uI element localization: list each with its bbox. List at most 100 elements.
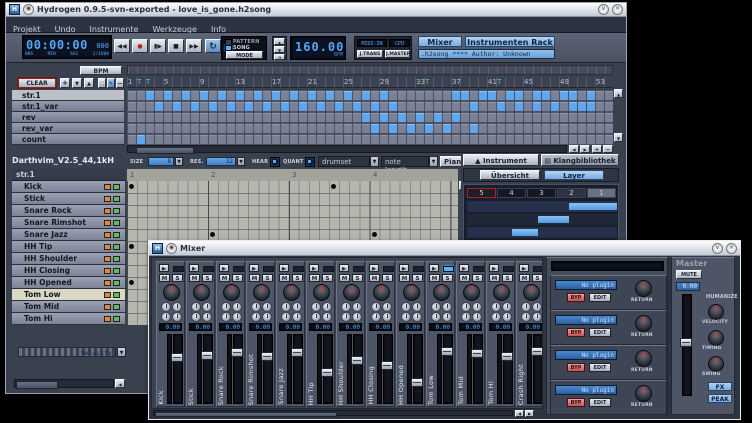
- note-dot[interactable]: [129, 244, 134, 249]
- strip-play-icon[interactable]: ▶: [219, 264, 229, 272]
- close-icon[interactable]: ×: [612, 4, 623, 15]
- instrument-solo-led[interactable]: [113, 268, 120, 274]
- song-grid-cell[interactable]: [542, 91, 550, 100]
- strip-solo-button[interactable]: S: [202, 274, 213, 282]
- song-grid-cell[interactable]: [191, 113, 199, 122]
- song-grid-cell[interactable]: [398, 113, 406, 122]
- song-grid-cell[interactable]: [407, 102, 415, 111]
- song-grid-cell[interactable]: [542, 135, 550, 144]
- song-grid-cell[interactable]: [371, 113, 379, 122]
- song-grid-cell[interactable]: [245, 135, 253, 144]
- song-grid-cell[interactable]: [272, 124, 280, 133]
- strip-mute-button[interactable]: M: [459, 274, 470, 282]
- song-grid-cell[interactable]: [290, 113, 298, 122]
- strip-play-icon[interactable]: ▶: [189, 264, 199, 272]
- song-grid-cell[interactable]: [326, 135, 334, 144]
- strip-mute-button[interactable]: M: [159, 274, 170, 282]
- song-grid-cell[interactable]: [200, 102, 208, 111]
- song-grid-cell[interactable]: [191, 91, 199, 100]
- song-grid-cell[interactable]: [452, 113, 460, 122]
- song-grid-cell[interactable]: [164, 102, 172, 111]
- song-grid-cell[interactable]: [173, 135, 181, 144]
- pattern-hscrollbar[interactable]: [14, 379, 114, 388]
- song-grid-cell[interactable]: [182, 91, 190, 100]
- strip-fader-handle[interactable]: [261, 352, 273, 361]
- note-dot[interactable]: [372, 232, 377, 237]
- strip-mute-button[interactable]: M: [489, 274, 500, 282]
- song-zoom-in-icon[interactable]: +: [592, 145, 602, 153]
- song-grid-cell[interactable]: [569, 135, 577, 144]
- song-grid-cell[interactable]: [317, 113, 325, 122]
- song-grid-cell[interactable]: [137, 102, 145, 111]
- layer-header-5[interactable]: 5: [467, 188, 496, 198]
- song-grid-cell[interactable]: [497, 113, 505, 122]
- strip-fx-send-knob[interactable]: [382, 312, 392, 322]
- song-scroll-left-icon[interactable]: ◀: [569, 145, 579, 153]
- strip-fader-track[interactable]: [353, 334, 363, 404]
- song-grid-cell[interactable]: [407, 135, 415, 144]
- song-grid-cell[interactable]: [389, 102, 397, 111]
- song-grid-cell[interactable]: [218, 124, 226, 133]
- strip-play-icon[interactable]: ▶: [429, 264, 439, 272]
- instrument-row-snare-jazz[interactable]: Snare Jazz: [12, 229, 125, 241]
- song-grid-cell[interactable]: [254, 113, 262, 122]
- tab-overview[interactable]: Übersicht: [480, 170, 540, 180]
- pattern-scroll-left-icon[interactable]: ◀: [115, 379, 125, 388]
- song-grid-cell[interactable]: [461, 124, 469, 133]
- song-timeline-ruler[interactable]: 1TT59131721252933T3741T454953: [127, 77, 613, 88]
- pattern-list-item[interactable]: str.1_var: [12, 101, 124, 112]
- strip-fx-send-knob[interactable]: [371, 302, 381, 312]
- mixer-strips-scrollbar[interactable]: [153, 410, 513, 416]
- strip-fader-handle[interactable]: [231, 348, 243, 357]
- tab-layer[interactable]: Layer: [544, 170, 604, 180]
- song-grid-cell[interactable]: [479, 91, 487, 100]
- song-grid-cell[interactable]: [272, 91, 280, 100]
- instrument-mute-led[interactable]: [104, 220, 111, 226]
- song-grid-cell[interactable]: [533, 102, 541, 111]
- song-grid-cell[interactable]: [227, 135, 235, 144]
- strip-fader-track[interactable]: [293, 334, 303, 404]
- strip-fx-send-knob[interactable]: [161, 302, 171, 312]
- draw-mode-icon[interactable]: ✎: [107, 78, 115, 88]
- song-grid-cell[interactable]: [146, 124, 154, 133]
- song-grid-cell[interactable]: [434, 113, 442, 122]
- instrument-mute-led[interactable]: [104, 208, 111, 214]
- strip-fx-send-knob[interactable]: [352, 302, 362, 312]
- mixer-close-icon[interactable]: ×: [726, 243, 737, 254]
- song-grid-row[interactable]: [127, 134, 613, 145]
- jack-master-button[interactable]: J.MASTER: [385, 50, 410, 58]
- song-grid-cell[interactable]: [515, 91, 523, 100]
- strip-pan-knob[interactable]: [193, 284, 210, 301]
- song-grid-cell[interactable]: [605, 102, 613, 111]
- song-grid-cell[interactable]: [128, 113, 136, 122]
- song-grid-cell[interactable]: [596, 124, 604, 133]
- song-grid-cell[interactable]: [245, 102, 253, 111]
- song-grid-cell[interactable]: [389, 124, 397, 133]
- transport-record-button[interactable]: ●: [132, 39, 148, 53]
- song-grid-cell[interactable]: [416, 91, 424, 100]
- instrument-row-hh-tip[interactable]: HH Tip: [12, 241, 125, 253]
- song-grid-cell[interactable]: [146, 135, 154, 144]
- fx-bypass-button[interactable]: BYP: [567, 293, 585, 302]
- instrument-row-tom-hi[interactable]: Tom Hi: [12, 313, 125, 325]
- song-grid-cell[interactable]: [515, 135, 523, 144]
- instrument-mute-led[interactable]: [104, 184, 111, 190]
- song-grid-cell[interactable]: [479, 102, 487, 111]
- song-scroll-up-icon[interactable]: ▲: [614, 89, 623, 98]
- song-grid-cell[interactable]: [353, 91, 361, 100]
- strip-fader-track[interactable]: [263, 334, 273, 404]
- instrument-mute-led[interactable]: [104, 280, 111, 286]
- strip-mute-button[interactable]: M: [219, 274, 230, 282]
- fx-return-knob[interactable]: [635, 315, 652, 332]
- song-grid-cell[interactable]: [461, 102, 469, 111]
- song-grid-cell[interactable]: [326, 124, 334, 133]
- song-grid-cell[interactable]: [569, 102, 577, 111]
- song-grid-cell[interactable]: [497, 91, 505, 100]
- strip-fx-send-knob[interactable]: [472, 302, 482, 312]
- song-grid-cell[interactable]: [146, 113, 154, 122]
- strip-fx-send-knob[interactable]: [311, 302, 321, 312]
- song-grid-cell[interactable]: [155, 113, 163, 122]
- song-grid-cell[interactable]: [371, 91, 379, 100]
- song-grid-cell[interactable]: [263, 124, 271, 133]
- strip-fx-send-knob[interactable]: [232, 312, 242, 322]
